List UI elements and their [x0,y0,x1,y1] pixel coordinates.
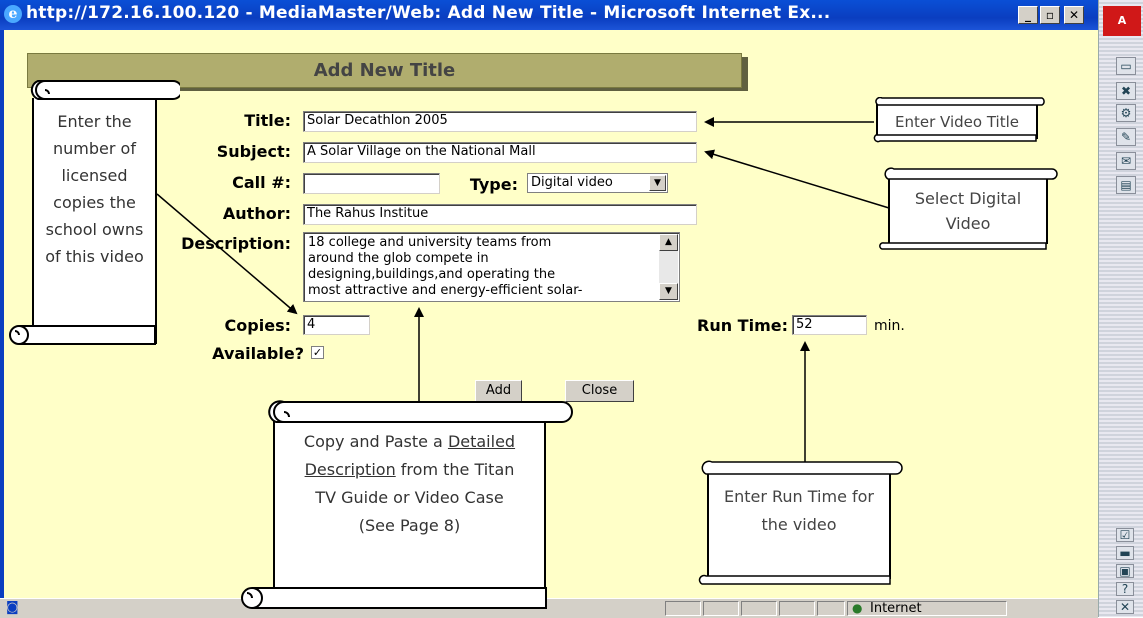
type-callout-curl [879,167,1058,250]
description-callout-curl [241,400,573,609]
type-arrow [704,149,890,209]
title-callout-curl [873,97,1045,143]
copies-callout-curl [9,80,180,345]
runtime-callout-curl [698,460,903,585]
